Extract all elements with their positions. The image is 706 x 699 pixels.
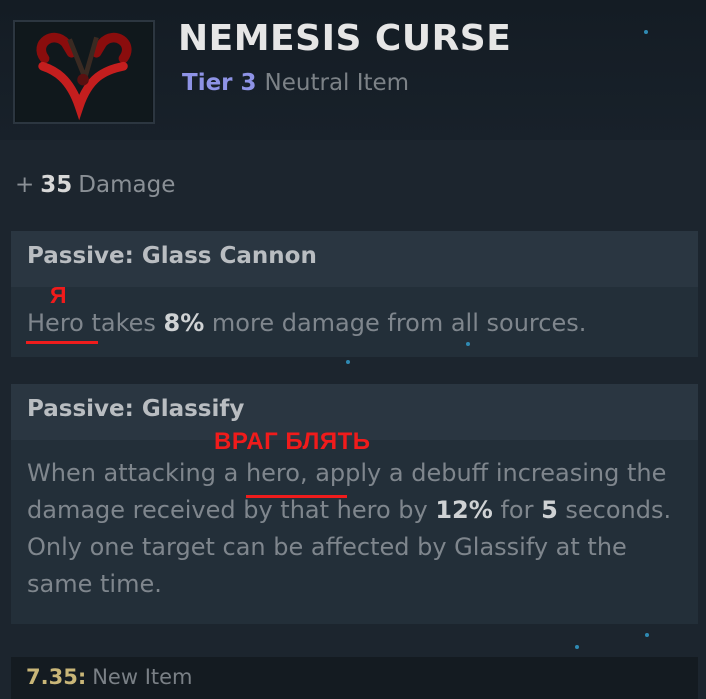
description-text: Hero takes xyxy=(27,309,164,337)
patch-note-footer: 7.35: New Item xyxy=(11,657,698,699)
item-header: NEMESIS CURSE Tier 3 Neutral Item xyxy=(0,0,706,140)
item-title: NEMESIS CURSE xyxy=(178,18,512,59)
annotation-note-1: Я xyxy=(50,282,67,308)
nemesis-curse-icon xyxy=(13,20,155,124)
stat-label: Damage xyxy=(78,172,176,198)
annotation-underline-2 xyxy=(246,495,347,498)
description-text: for xyxy=(492,496,542,524)
sparkle-dot xyxy=(346,360,350,364)
annotation-underline-1 xyxy=(26,341,98,344)
ability-description: Hero takes 8% more damage from all sourc… xyxy=(27,305,687,342)
damage-stat: +35 Damage xyxy=(15,172,175,198)
item-subtitle: Tier 3 Neutral Item xyxy=(182,70,409,96)
stat-prefix: + xyxy=(15,172,35,198)
annotation-note-2: ВРАГ БЛЯТЬ xyxy=(214,428,371,455)
description-text: more damage from all sources. xyxy=(204,309,587,337)
tier-label: Tier 3 xyxy=(182,70,257,96)
duration-value: 5 xyxy=(541,496,558,524)
ability-panel-glass-cannon: Passive: Glass Cannon Hero takes 8% more… xyxy=(11,231,698,357)
sparkle-dot xyxy=(644,30,648,34)
sparkle-dot xyxy=(645,633,649,637)
sparkle-dot xyxy=(575,645,579,649)
ability-title: Passive: Glass Cannon xyxy=(11,231,698,287)
patch-version: 7.35: xyxy=(26,665,87,689)
patch-note: 7.35: New Item xyxy=(26,665,193,689)
item-type-label: Neutral Item xyxy=(264,70,410,96)
damage-percent-value: 8% xyxy=(163,309,205,337)
debuff-percent-value: 12% xyxy=(435,496,493,524)
ability-panel-glassify: Passive: Glassify When attacking a hero,… xyxy=(11,384,698,624)
patch-note-text: New Item xyxy=(92,665,193,689)
stat-value: 35 xyxy=(40,172,73,198)
ability-description: When attacking a hero, apply a debuff in… xyxy=(27,455,687,603)
sparkle-dot xyxy=(466,342,470,346)
